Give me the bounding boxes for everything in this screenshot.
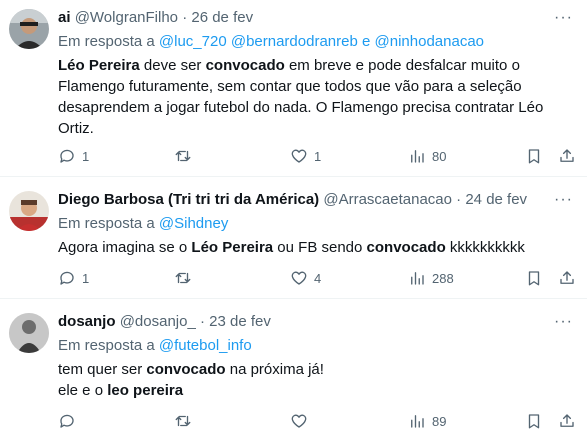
- like-icon: [290, 412, 308, 430]
- display-name[interactable]: ai: [58, 9, 71, 26]
- reply-icon: [58, 147, 76, 165]
- tweet[interactable]: ai @WolgranFilho · 26 de fev ··· Em resp…: [0, 0, 587, 176]
- more-icon[interactable]: ···: [554, 190, 573, 210]
- bookmark-button[interactable]: [525, 268, 543, 288]
- separator: ·: [182, 9, 188, 26]
- reply-prefix: Em resposta a: [58, 337, 155, 354]
- retweet-button[interactable]: [174, 146, 198, 166]
- views-count: 89: [432, 413, 447, 429]
- share-icon: [558, 412, 576, 430]
- reply-joiner: e: [362, 33, 371, 50]
- likes-count: 1: [314, 148, 322, 164]
- reply-context: Em resposta a @luc_720 @bernardodranreb …: [58, 32, 484, 52]
- retweet-icon: [174, 269, 192, 287]
- share-button[interactable]: [558, 268, 576, 288]
- reply-button[interactable]: 1: [58, 146, 89, 166]
- views-button[interactable]: 80: [408, 146, 446, 166]
- timestamp[interactable]: 24 de fev: [465, 191, 527, 208]
- bookmark-icon: [525, 147, 543, 165]
- retweet-icon: [174, 147, 192, 165]
- reply-prefix: Em resposta a: [58, 33, 155, 50]
- bold-text: Léo Pereira: [191, 239, 274, 256]
- mention-link[interactable]: @futebol_info: [159, 337, 252, 354]
- views-button[interactable]: 288: [408, 268, 454, 288]
- tweet-header: ai @WolgranFilho · 26 de fev ···: [58, 8, 573, 28]
- like-button[interactable]: 1: [290, 146, 321, 166]
- replies-count: 1: [82, 148, 90, 164]
- like-button[interactable]: [290, 411, 314, 431]
- retweet-icon: [174, 412, 192, 430]
- display-name[interactable]: Diego Barbosa (Tri tri tri da América): [58, 191, 319, 208]
- text-segment: ou FB sendo: [273, 239, 367, 256]
- mention-link[interactable]: @bernardodranreb: [231, 33, 358, 50]
- bold-text: leo pereira: [107, 382, 184, 399]
- avatar[interactable]: [9, 313, 49, 353]
- bookmark-button[interactable]: [525, 146, 543, 166]
- handle[interactable]: @dosanjo_: [120, 313, 196, 330]
- timestamp[interactable]: 23 de fev: [209, 313, 271, 330]
- tweet[interactable]: Diego Barbosa (Tri tri tri da América) @…: [0, 176, 587, 298]
- mention-link[interactable]: @ninhodanacao: [375, 33, 484, 50]
- reply-icon: [58, 412, 76, 430]
- bookmark-icon: [525, 412, 543, 430]
- like-icon: [290, 147, 308, 165]
- views-count: 288: [432, 270, 454, 286]
- share-button[interactable]: [558, 146, 576, 166]
- reply-context: Em resposta a @Sihdney: [58, 214, 228, 234]
- share-icon: [558, 269, 576, 287]
- views-icon: [408, 269, 426, 287]
- like-button[interactable]: 4: [290, 268, 321, 288]
- more-icon[interactable]: ···: [554, 312, 573, 332]
- separator: ·: [456, 191, 462, 208]
- handle[interactable]: @Arrascaetanacao: [323, 191, 452, 208]
- reply-context: Em resposta a @futebol_info: [58, 336, 252, 356]
- replies-count: 1: [82, 270, 90, 286]
- timestamp[interactable]: 26 de fev: [191, 9, 253, 26]
- tweet-text: Léo Pereira deve ser convocado em breve …: [58, 55, 575, 139]
- views-count: 80: [432, 148, 447, 164]
- bookmark-icon: [525, 269, 543, 287]
- like-icon: [290, 269, 308, 287]
- text-segment: tem quer ser: [58, 361, 147, 378]
- reply-button[interactable]: 1: [58, 268, 89, 288]
- bold-text: convocado: [146, 361, 226, 378]
- retweet-button[interactable]: [174, 268, 198, 288]
- handle[interactable]: @WolgranFilho: [75, 9, 178, 26]
- separator: ·: [199, 313, 205, 330]
- views-icon: [408, 147, 426, 165]
- more-icon[interactable]: ···: [554, 8, 573, 28]
- tweet-header: dosanjo @dosanjo_ · 23 de fev ···: [58, 312, 573, 332]
- bold-text: convocado: [366, 239, 446, 256]
- tweet[interactable]: dosanjo @dosanjo_ · 23 de fev ··· Em res…: [0, 298, 587, 441]
- action-bar: 89: [58, 411, 578, 431]
- action-bar: 1 1 80: [58, 146, 578, 166]
- likes-count: 4: [314, 270, 322, 286]
- bookmark-button[interactable]: [525, 411, 543, 431]
- bold-text: convocado: [205, 57, 285, 74]
- tweet-text: Agora imagina se o Léo Pereira ou FB sen…: [58, 237, 575, 258]
- text-segment: ele e o: [58, 382, 108, 399]
- text-segment: kkkkkkkkkk: [445, 239, 525, 256]
- views-icon: [408, 412, 426, 430]
- tweet-text: tem quer ser convocado na próxima já! ele…: [58, 359, 575, 401]
- share-icon: [558, 147, 576, 165]
- retweet-button[interactable]: [174, 411, 198, 431]
- reply-icon: [58, 269, 76, 287]
- text-segment: deve ser: [139, 57, 206, 74]
- avatar[interactable]: [9, 9, 49, 49]
- reply-button[interactable]: [58, 411, 82, 431]
- text-segment: na próxima já!: [225, 361, 324, 378]
- mention-link[interactable]: @luc_720: [159, 33, 227, 50]
- bold-text: Léo Pereira: [58, 57, 140, 74]
- mention-link[interactable]: @Sihdney: [159, 215, 228, 232]
- avatar[interactable]: [9, 191, 49, 231]
- tweet-header: Diego Barbosa (Tri tri tri da América) @…: [58, 190, 573, 210]
- share-button[interactable]: [558, 411, 576, 431]
- action-bar: 1 4 288: [58, 268, 578, 288]
- reply-prefix: Em resposta a: [58, 215, 155, 232]
- text-segment: Agora imagina se o: [58, 239, 192, 256]
- display-name[interactable]: dosanjo: [58, 313, 116, 330]
- views-button[interactable]: 89: [408, 411, 446, 431]
